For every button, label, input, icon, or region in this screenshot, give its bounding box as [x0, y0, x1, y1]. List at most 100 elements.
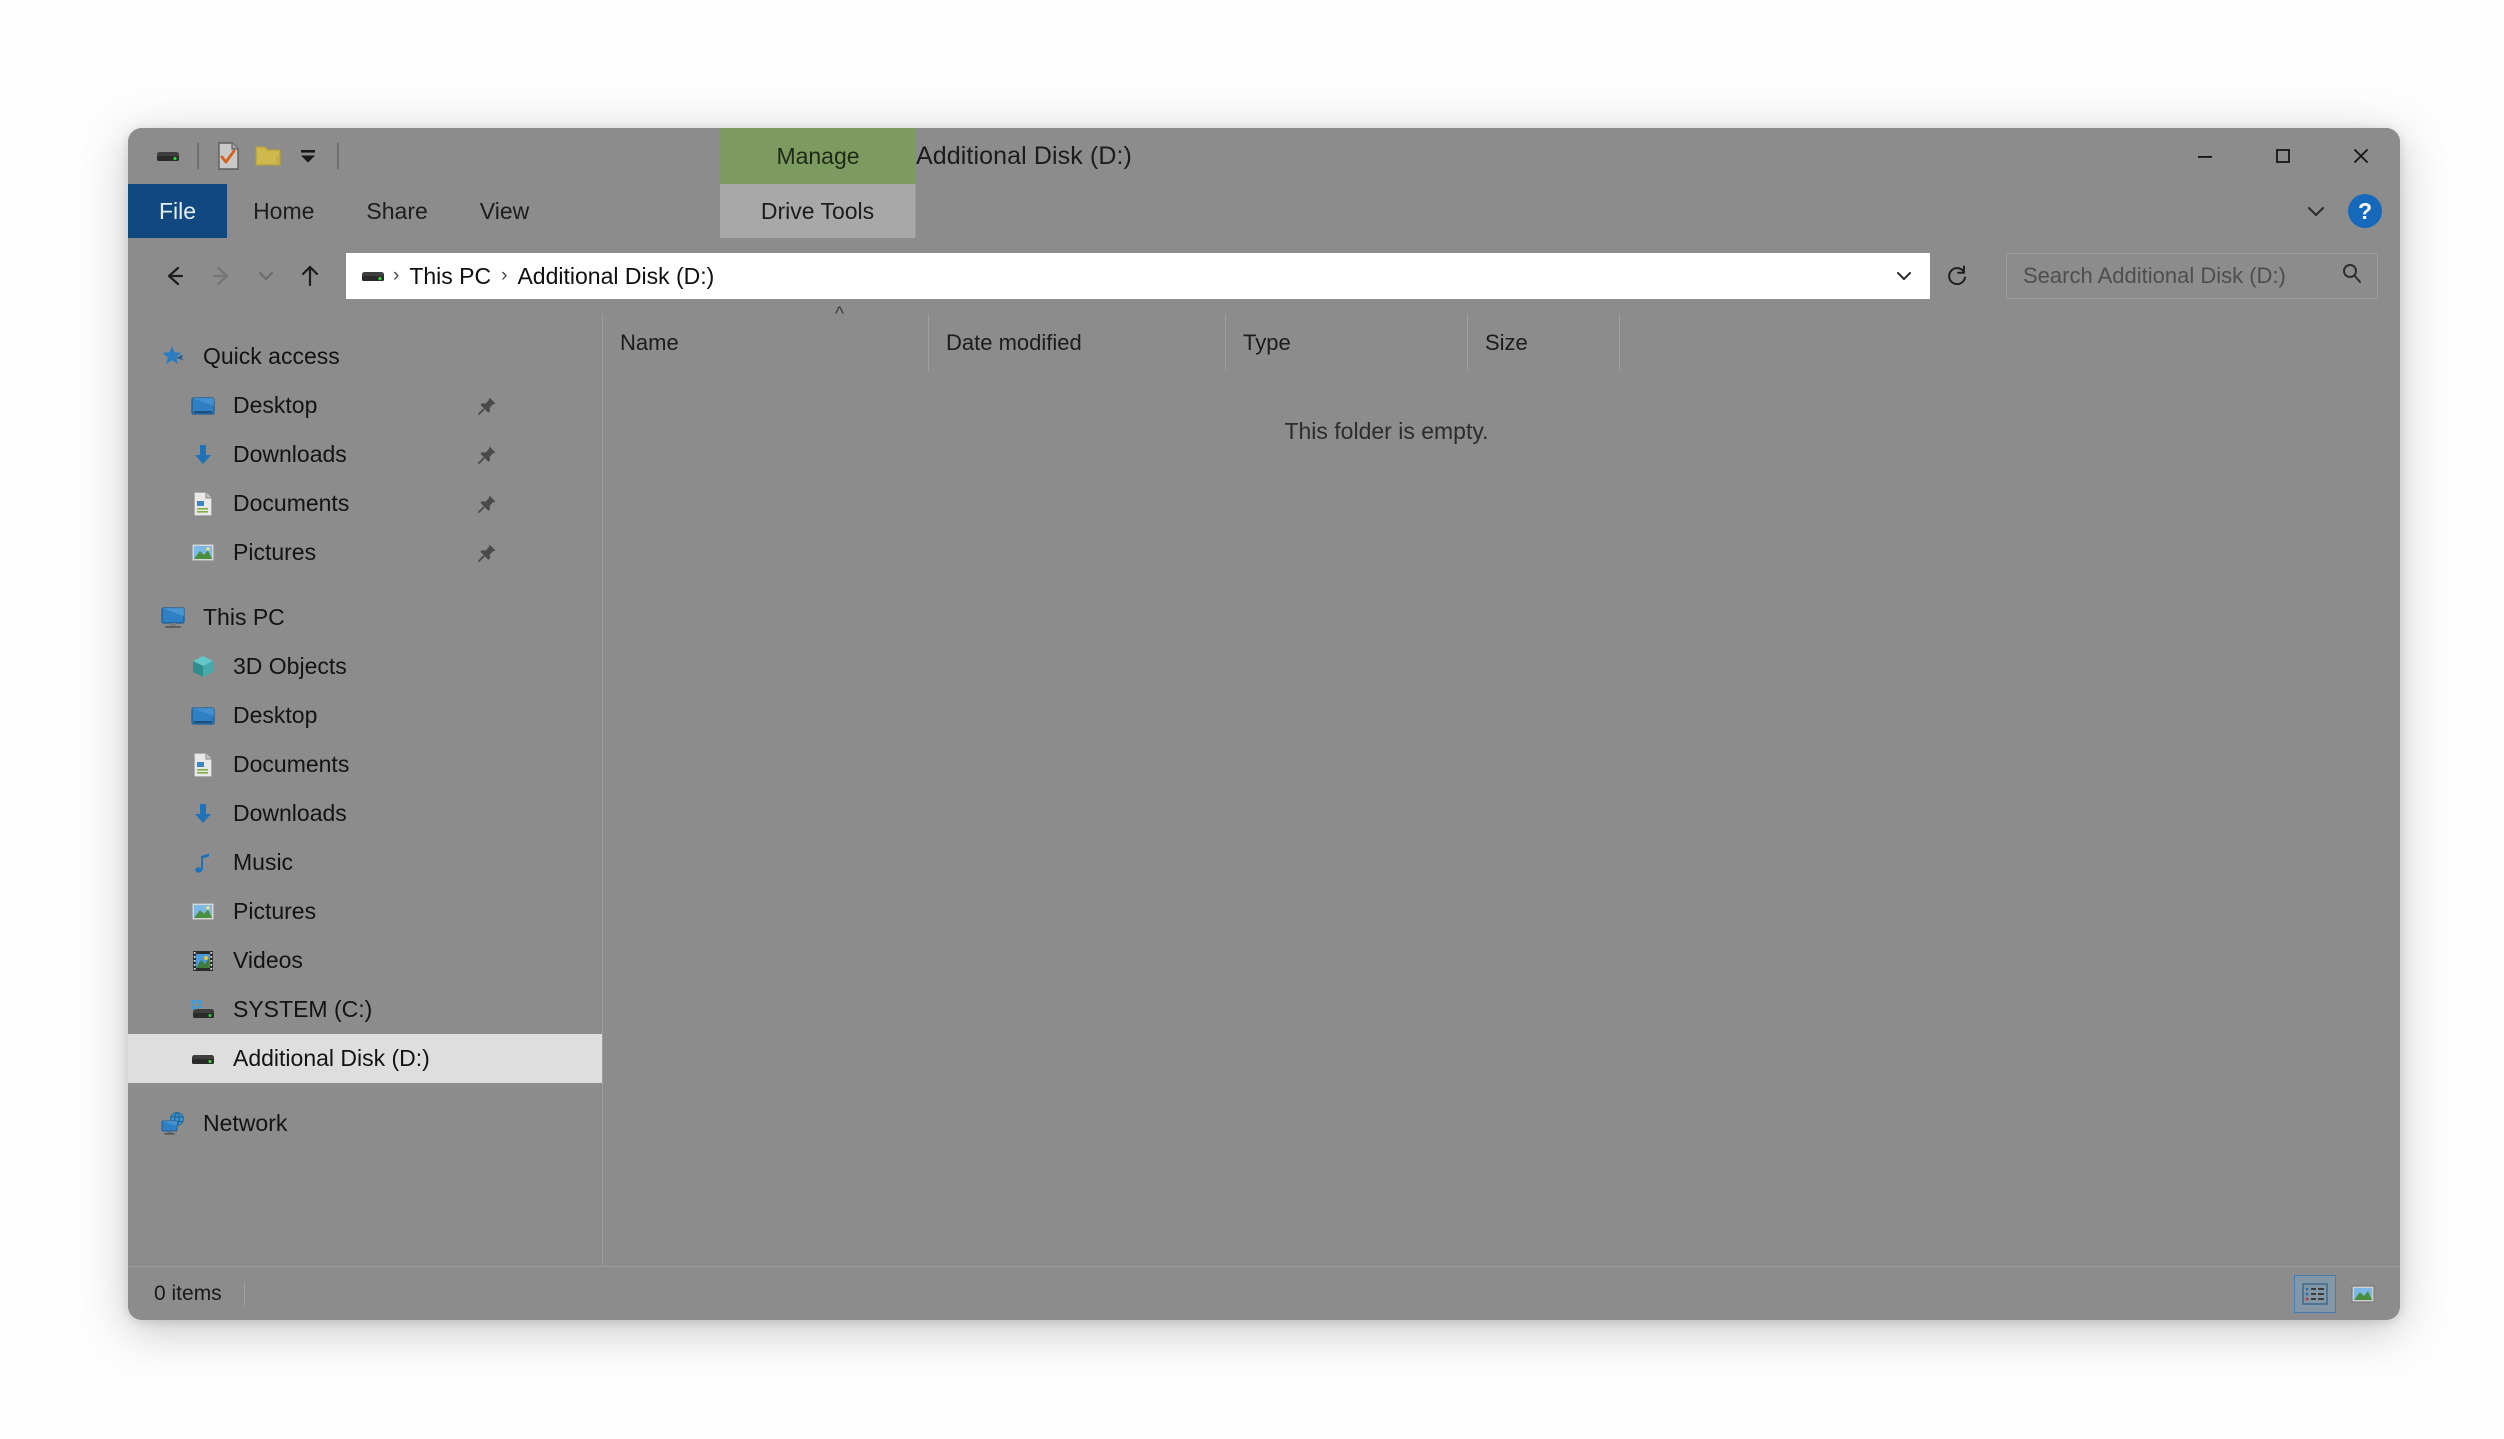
column-label: Date modified — [946, 330, 1082, 355]
sidebar-item-label: Downloads — [233, 800, 347, 826]
file-list[interactable]: This folder is empty. — [603, 372, 2400, 1266]
toolbar-separator-2 — [337, 143, 339, 169]
sidebar-item-pictures-qa[interactable]: Pictures — [128, 528, 602, 577]
chevron-down-icon[interactable] — [2296, 191, 2336, 231]
minimize-button[interactable] — [2166, 128, 2244, 184]
search-icon[interactable] — [2339, 261, 2365, 292]
file-explorer-window: Additional Disk (D:) File Home Share Vie… — [128, 128, 2400, 1320]
ribbon-tab-bar: File Home Share View Manage Drive Tools … — [128, 128, 2400, 238]
breadcrumb-separator-1[interactable]: › — [390, 256, 402, 296]
desktop-icon — [184, 393, 222, 419]
sidebar-item-additional-disk-d[interactable]: Additional Disk (D:) — [128, 1034, 602, 1083]
empty-folder-message: This folder is empty. — [1284, 418, 1489, 444]
sidebar-group-quick-access[interactable]: Quick access — [128, 332, 602, 381]
sidebar-item-label: 3D Objects — [233, 653, 347, 679]
path-drive-icon — [356, 262, 390, 290]
contextual-group-header: Manage — [720, 128, 916, 184]
address-path-field[interactable]: › This PC › Additional Disk (D:) — [346, 253, 1930, 299]
column-header-date-modified[interactable]: Date modified — [928, 314, 1226, 372]
column-header-name[interactable]: Name ^ — [603, 304, 928, 372]
sidebar-item-pictures[interactable]: Pictures — [128, 887, 602, 936]
new-folder-icon[interactable] — [248, 136, 288, 176]
sidebar-gap-1 — [128, 577, 602, 593]
sidebar-item-label: SYSTEM (C:) — [233, 996, 373, 1022]
up-button[interactable] — [286, 252, 334, 300]
sidebar-group-label: This PC — [203, 604, 285, 630]
documents-icon — [184, 490, 222, 518]
title-bar[interactable]: Additional Disk (D:) — [128, 128, 2400, 184]
large-icons-view-button[interactable] — [2342, 1275, 2384, 1313]
breadcrumb-separator-2[interactable]: › — [498, 256, 510, 296]
this-pc-icon — [154, 605, 192, 631]
contextual-tab-group: Manage Drive Tools — [720, 128, 916, 238]
sidebar-item-downloads[interactable]: Downloads — [128, 789, 602, 838]
tab-view[interactable]: View — [454, 184, 555, 238]
pictures-icon — [184, 541, 222, 565]
system-drive-icon — [184, 996, 222, 1024]
sidebar-item-videos[interactable]: Videos — [128, 936, 602, 985]
window-controls — [2166, 128, 2400, 184]
3d-objects-icon — [184, 654, 222, 680]
refresh-button[interactable] — [1930, 253, 1984, 299]
back-button[interactable] — [150, 252, 198, 300]
quick-access-toolbar — [128, 128, 348, 184]
tab-home[interactable]: Home — [227, 184, 340, 238]
star-pin-icon — [154, 343, 192, 371]
sidebar-group-label: Network — [203, 1110, 288, 1136]
videos-icon — [184, 948, 222, 974]
sidebar-item-system-c[interactable]: SYSTEM (C:) — [128, 985, 602, 1034]
close-button[interactable] — [2322, 128, 2400, 184]
tab-share[interactable]: Share — [340, 184, 453, 238]
help-button[interactable]: ? — [2348, 194, 2382, 228]
sidebar-item-music[interactable]: Music — [128, 838, 602, 887]
music-icon — [184, 850, 222, 876]
window-title: Additional Disk (D:) — [916, 141, 1132, 170]
sidebar-item-documents-qa[interactable]: Documents — [128, 479, 602, 528]
maximize-button[interactable] — [2244, 128, 2322, 184]
status-bar: 0 items — [128, 1266, 2400, 1320]
sidebar-item-downloads-qa[interactable]: Downloads — [128, 430, 602, 479]
breadcrumb-this-pc[interactable]: This PC — [402, 256, 498, 296]
search-input[interactable]: Search Additional Disk (D:) — [2006, 253, 2378, 299]
window-body: Quick access Desktop Downloads Documents… — [128, 304, 2400, 1266]
column-label: Type — [1243, 330, 1291, 355]
sidebar-item-3d-objects[interactable]: 3D Objects — [128, 642, 602, 691]
sidebar-item-label: Downloads — [233, 441, 347, 467]
column-label: Size — [1485, 330, 1528, 355]
forward-button[interactable] — [198, 252, 246, 300]
breadcrumb-additional-disk[interactable]: Additional Disk (D:) — [510, 256, 721, 296]
pin-icon[interactable] — [476, 542, 498, 564]
customize-dropdown-icon[interactable] — [288, 136, 328, 176]
pictures-icon — [184, 900, 222, 924]
recent-locations-button[interactable] — [246, 252, 286, 300]
pin-icon[interactable] — [476, 493, 498, 515]
sidebar-item-label: Desktop — [233, 392, 318, 418]
sidebar-group-this-pc[interactable]: This PC — [128, 593, 602, 642]
sidebar-group-label: Quick access — [203, 343, 340, 369]
sidebar-item-desktop[interactable]: Desktop — [128, 691, 602, 740]
column-header-type[interactable]: Type — [1226, 314, 1468, 372]
drive-icon — [184, 1045, 222, 1073]
tab-drive-tools[interactable]: Drive Tools — [720, 184, 916, 238]
pin-icon[interactable] — [476, 444, 498, 466]
downloads-icon — [184, 442, 222, 468]
sidebar-item-label: Documents — [233, 751, 350, 777]
pin-icon[interactable] — [476, 395, 498, 417]
sidebar-item-label: Desktop — [233, 702, 318, 728]
sidebar-item-label: Pictures — [233, 898, 317, 924]
column-label: Name — [620, 330, 679, 355]
desktop-icon — [184, 703, 222, 729]
tab-file[interactable]: File — [128, 184, 228, 238]
address-dropdown-icon[interactable] — [1878, 253, 1930, 299]
address-bar: › This PC › Additional Disk (D:) Search … — [128, 238, 2400, 314]
details-view-button[interactable] — [2294, 1274, 2336, 1313]
sidebar-item-label: Videos — [233, 947, 303, 973]
sidebar-item-label: Pictures — [233, 539, 317, 565]
sidebar-item-label: Additional Disk (D:) — [233, 1045, 430, 1071]
column-header-size[interactable]: Size — [1468, 314, 1620, 372]
navigation-pane: Quick access Desktop Downloads Documents… — [128, 314, 603, 1266]
sidebar-item-documents[interactable]: Documents — [128, 740, 602, 789]
sidebar-item-desktop-qa[interactable]: Desktop — [128, 381, 602, 430]
sidebar-group-network[interactable]: Network — [128, 1099, 602, 1148]
properties-icon[interactable] — [208, 136, 248, 176]
